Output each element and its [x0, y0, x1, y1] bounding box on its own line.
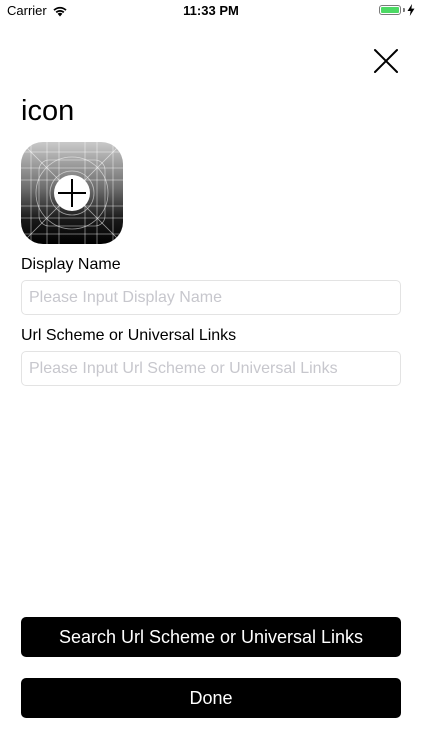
- app-icon-placeholder-with-plus: [21, 142, 123, 244]
- battery-tip: [403, 8, 405, 12]
- search-url-scheme-button[interactable]: Search Url Scheme or Universal Links: [21, 617, 401, 657]
- bolt-icon: [407, 4, 415, 16]
- close-button[interactable]: [372, 47, 400, 75]
- display-name-label: Display Name: [21, 256, 121, 273]
- battery-level-fill: [381, 7, 399, 13]
- battery-icon: [379, 5, 401, 15]
- close-icon: [374, 49, 398, 73]
- page-title: icon: [21, 95, 75, 127]
- done-button[interactable]: Done: [21, 678, 401, 718]
- clock: 11:33 PM: [183, 3, 239, 18]
- url-scheme-label: Url Scheme or Universal Links: [21, 327, 237, 344]
- app-icon-picker[interactable]: [21, 142, 123, 244]
- add-shortcut-screen: Carrier 11:33 PM icon Display Name Pleas…: [0, 0, 422, 750]
- url-scheme-input[interactable]: [21, 351, 401, 386]
- display-name-input[interactable]: [21, 280, 401, 315]
- status-bar: Carrier 11:33 PM: [0, 0, 422, 22]
- battery-indicator: [379, 4, 415, 16]
